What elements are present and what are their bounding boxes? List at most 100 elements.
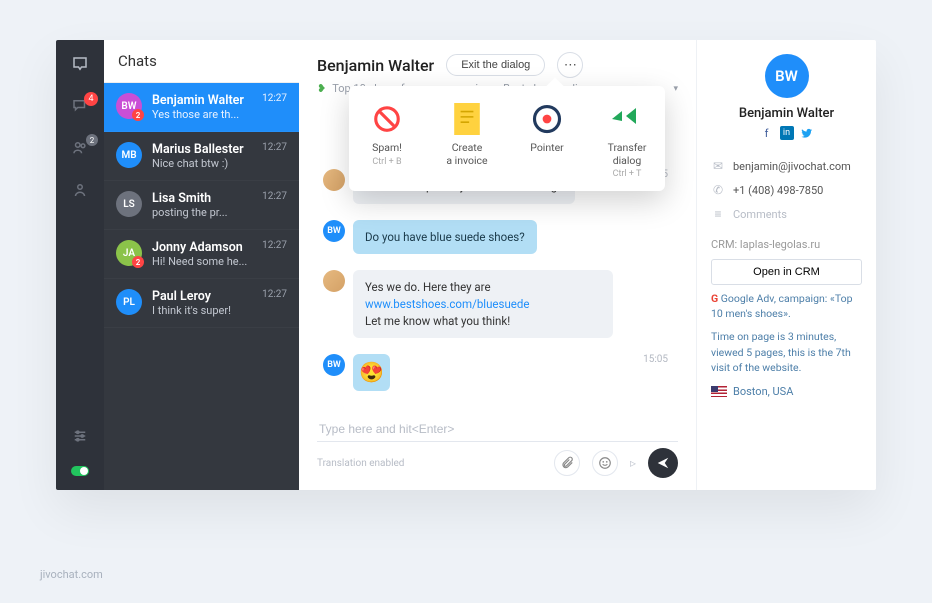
message-link[interactable]: www.bestshoes.com/bluesuede (365, 297, 529, 311)
chat-unread-badge: 2 (132, 256, 144, 268)
message-row: BW 😍 15:05 (323, 354, 672, 391)
nav-rail: 4 2 (56, 40, 104, 490)
chat-avatar: JA 2 (116, 240, 142, 266)
thread-panel: Benjamin Walter Exit the dialog ⋯ ❥ Top … (299, 40, 696, 490)
actions-popover: Spam! Ctrl + B Createa invoice Pointer T… (349, 86, 665, 191)
paperclip-icon (560, 456, 574, 470)
profile-icon (71, 181, 89, 199)
chat-preview: Nice chat btw :) (152, 157, 248, 170)
visitor-phone: +1 (408) 498-7850 (733, 184, 823, 197)
chat-unread-badge: 2 (132, 109, 144, 121)
chat-item[interactable]: MB Marius Ballester Nice chat btw :) 12:… (104, 132, 299, 181)
chat-preview: Yes those are th... (152, 108, 248, 121)
crm-label: CRM: laplas-legolas.ru (711, 238, 862, 251)
nav-users-badge: 2 (86, 134, 98, 146)
chat-avatar: BW 2 (116, 93, 142, 119)
chat-avatar: LS (116, 191, 142, 217)
popover-label: Spam! (359, 142, 415, 155)
chat-name: Benjamin Walter (152, 93, 248, 108)
popover-action[interactable]: Pointer (519, 102, 575, 179)
chat-list: Chats BW 2 Benjamin Walter Yes those are… (104, 40, 299, 490)
twitter-icon[interactable] (800, 126, 814, 140)
social-row: f in (711, 126, 862, 140)
chat-name: Paul Leroy (152, 289, 248, 304)
popover-action[interactable]: Createa invoice (439, 102, 495, 179)
popover-hint: Ctrl + T (599, 169, 655, 179)
send-icon (656, 456, 670, 470)
exit-dialog-button[interactable]: Exit the dialog (446, 54, 545, 76)
chat-list-header: Chats (104, 40, 299, 83)
chat-item[interactable]: PL Paul Leroy I think it's super! 12:27 (104, 279, 299, 328)
popover-label: Transferdialog (599, 142, 655, 167)
chat-preview: Hi! Need some he... (152, 255, 248, 268)
location-row: Boston, USA (711, 385, 862, 398)
nav-profile[interactable] (70, 180, 90, 200)
nav-users[interactable]: 2 (70, 138, 90, 158)
chat-time: 12:27 (262, 93, 287, 104)
chat-name: Jonny Adamson (152, 240, 248, 255)
visitor-avatar: BW (765, 54, 809, 98)
composer: Translation enabled ▹ (299, 409, 696, 490)
popover-action[interactable]: Transferdialog Ctrl + T (599, 102, 655, 179)
message-avatar: BW (323, 220, 345, 242)
email-row[interactable]: ✉ benjamin@jivochat.com (711, 154, 862, 178)
linkedin-icon[interactable]: in (780, 126, 794, 140)
message-bubble: Do you have blue suede shoes? (353, 220, 537, 255)
leaf-icon: ❥ (317, 82, 326, 95)
details-panel: BW Benjamin Walter f in ✉ benjamin@jivoc… (696, 40, 876, 490)
attach-button[interactable] (554, 450, 580, 476)
message-avatar: BW (323, 354, 345, 376)
transfer-icon (610, 102, 644, 136)
send-button[interactable] (648, 448, 678, 478)
nav-settings[interactable] (70, 426, 90, 446)
watermark: jivochat.com (40, 568, 103, 581)
emoji-button[interactable] (592, 450, 618, 476)
message-input[interactable] (317, 417, 678, 442)
message-avatar (323, 270, 345, 292)
facebook-icon[interactable]: f (760, 126, 774, 140)
chat-time: 12:27 (262, 240, 287, 251)
chat-item[interactable]: BW 2 Benjamin Walter Yes those are th...… (104, 83, 299, 132)
chat-name: Marius Ballester (152, 142, 248, 157)
chat-preview: I think it's super! (152, 304, 248, 317)
message-bubble: 😍 (353, 354, 390, 391)
open-crm-button[interactable]: Open in CRM (711, 259, 862, 285)
list-icon: ≡ (711, 207, 725, 221)
visitor-name: Benjamin Walter (711, 106, 862, 121)
phone-icon: ✆ (711, 183, 725, 197)
app-window: 4 2 Chats BW 2 Benjamin Walter Yes those… (56, 40, 876, 490)
google-icon: G (711, 292, 718, 305)
pointer-icon (530, 102, 564, 136)
popover-action[interactable]: Spam! Ctrl + B (359, 102, 415, 179)
chat-time: 12:27 (262, 142, 287, 153)
comments-label: Comments (733, 208, 787, 221)
message-row: BW Do you have blue suede shoes? (323, 220, 672, 255)
phone-row[interactable]: ✆ +1 (408) 498-7850 (711, 178, 862, 202)
more-menu-button[interactable]: ⋯ (557, 52, 583, 78)
inbox-icon (71, 55, 89, 73)
invoice-icon (450, 102, 484, 136)
message-row: Yes we do. Here they are www.bestshoes.c… (323, 270, 672, 338)
message-avatar (323, 169, 345, 191)
smile-icon (598, 456, 612, 470)
message-time: 15:05 (643, 354, 668, 365)
chat-name: Lisa Smith (152, 191, 248, 206)
thread-title: Benjamin Walter (317, 56, 434, 75)
us-flag-icon (711, 386, 727, 397)
popover-label: Createa invoice (439, 142, 495, 167)
visitor-email: benjamin@jivochat.com (733, 160, 851, 173)
popover-label: Pointer (519, 142, 575, 155)
nav-chats-badge: 4 (84, 92, 98, 106)
status-toggle[interactable] (71, 466, 89, 476)
chat-avatar: MB (116, 142, 142, 168)
message-bubble: Yes we do. Here they are www.bestshoes.c… (353, 270, 613, 338)
chat-item[interactable]: LS Lisa Smith posting the pr... 12:27 (104, 181, 299, 230)
nav-chats[interactable]: 4 (70, 96, 90, 116)
chevron-right-icon: ▹ (630, 456, 636, 470)
comments-row[interactable]: ≡ Comments (711, 202, 862, 226)
chat-item[interactable]: JA 2 Jonny Adamson Hi! Need some he... 1… (104, 230, 299, 279)
mail-icon: ✉ (711, 159, 725, 173)
adv-info: G Google Adv, campaign: «Top 10 men's sh… (711, 291, 862, 321)
composer-hint: Translation enabled (317, 458, 404, 469)
nav-inbox[interactable] (70, 54, 90, 74)
